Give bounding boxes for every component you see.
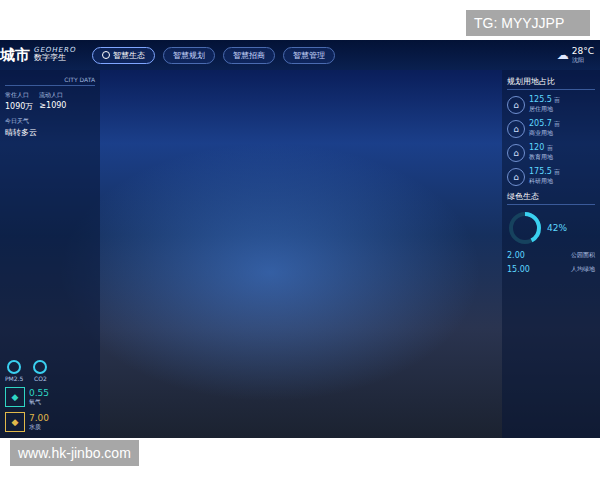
- brand-sub: GEOHERO 数字孪生: [34, 47, 76, 63]
- eco-gauge: 42%: [507, 210, 595, 246]
- tab-icon: [102, 51, 110, 59]
- land-icon: ⌂: [507, 144, 525, 162]
- dashboard-screen: 城市 GEOHERO 数字孪生 智慧生态 智慧规划 智慧招商 智慧管理 ☁ 28…: [0, 40, 600, 438]
- bottom-strip: www.hk-jinbo.com: [0, 438, 600, 480]
- brand-subtitle: 数字孪生: [34, 54, 76, 62]
- stat: 流动人口 ≥1090: [39, 91, 66, 112]
- scene-view: [100, 70, 502, 438]
- land-icon: ⌂: [507, 120, 525, 138]
- ring-icon: [33, 360, 47, 374]
- today-weather: 今日天气 晴转多云: [5, 117, 95, 138]
- city-name: 沈阳: [572, 57, 594, 64]
- gauge-icon: [507, 210, 543, 246]
- panel-title: 规划用地占比: [507, 76, 595, 90]
- indicator: ◆ 7.00 水质: [5, 412, 95, 432]
- indicator-icon: ◆: [5, 412, 25, 432]
- temperature: 28°C: [572, 47, 594, 57]
- tab[interactable]: 智慧生态: [92, 47, 155, 64]
- ring-icon: [7, 360, 21, 374]
- top-strip: TG: MYYJJPP: [0, 0, 600, 40]
- indicator: ◆ 0.55 氧气: [5, 387, 95, 407]
- metric: CO2: [33, 360, 47, 382]
- tab-bar: 智慧生态 智慧规划 智慧招商 智慧管理: [92, 47, 548, 64]
- panel-title: CITY DATA: [5, 76, 95, 86]
- watermark: www.hk-jinbo.com: [10, 440, 139, 466]
- eco-row: 15.00 人均绿地: [507, 265, 595, 274]
- watermark: TG: MYYJJPP: [466, 10, 590, 36]
- land-item: ⌂ 120 亩 教育用地: [507, 143, 595, 162]
- land-icon: ⌂: [507, 168, 525, 186]
- tab[interactable]: 智慧管理: [283, 47, 335, 64]
- cloud-icon: ☁: [557, 48, 569, 62]
- brand: 城市 GEOHERO 数字孪生: [0, 46, 76, 65]
- brand-name: GEOHERO: [34, 47, 76, 54]
- eco-row: 2.00 公园面积: [507, 251, 595, 260]
- indicator-icon: ◆: [5, 387, 25, 407]
- right-panel: 规划用地占比 ⌂ 125.5 亩 居住用地 ⌂ 205.7 亩 商业用地 ⌂ 120…: [502, 70, 600, 438]
- page: TG: MYYJJPP 城市 GEOHERO 数字孪生 智慧生态 智慧规划 智慧…: [0, 0, 600, 480]
- stat: 常住人口 1090万: [5, 91, 33, 112]
- land-item: ⌂ 175.5 亩 科研用地: [507, 167, 595, 186]
- panel-title: 绿色生态: [507, 191, 595, 205]
- header: 城市 GEOHERO 数字孪生 智慧生态 智慧规划 智慧招商 智慧管理 ☁ 28…: [0, 40, 600, 70]
- tab[interactable]: 智慧规划: [163, 47, 215, 64]
- land-icon: ⌂: [507, 96, 525, 114]
- left-panel: CITY DATA 常住人口 1090万流动人口 ≥1090 今日天气 晴转多云…: [0, 70, 100, 438]
- land-item: ⌂ 125.5 亩 居住用地: [507, 95, 595, 114]
- weather: ☁ 28°C 沈阳: [557, 47, 594, 63]
- metric: PM2.5: [5, 360, 23, 382]
- tab[interactable]: 智慧招商: [223, 47, 275, 64]
- app-title: 城市: [0, 46, 30, 65]
- land-item: ⌂ 205.7 亩 商业用地: [507, 119, 595, 138]
- city-scene[interactable]: CITY DATA 常住人口 1090万流动人口 ≥1090 今日天气 晴转多云…: [0, 70, 600, 438]
